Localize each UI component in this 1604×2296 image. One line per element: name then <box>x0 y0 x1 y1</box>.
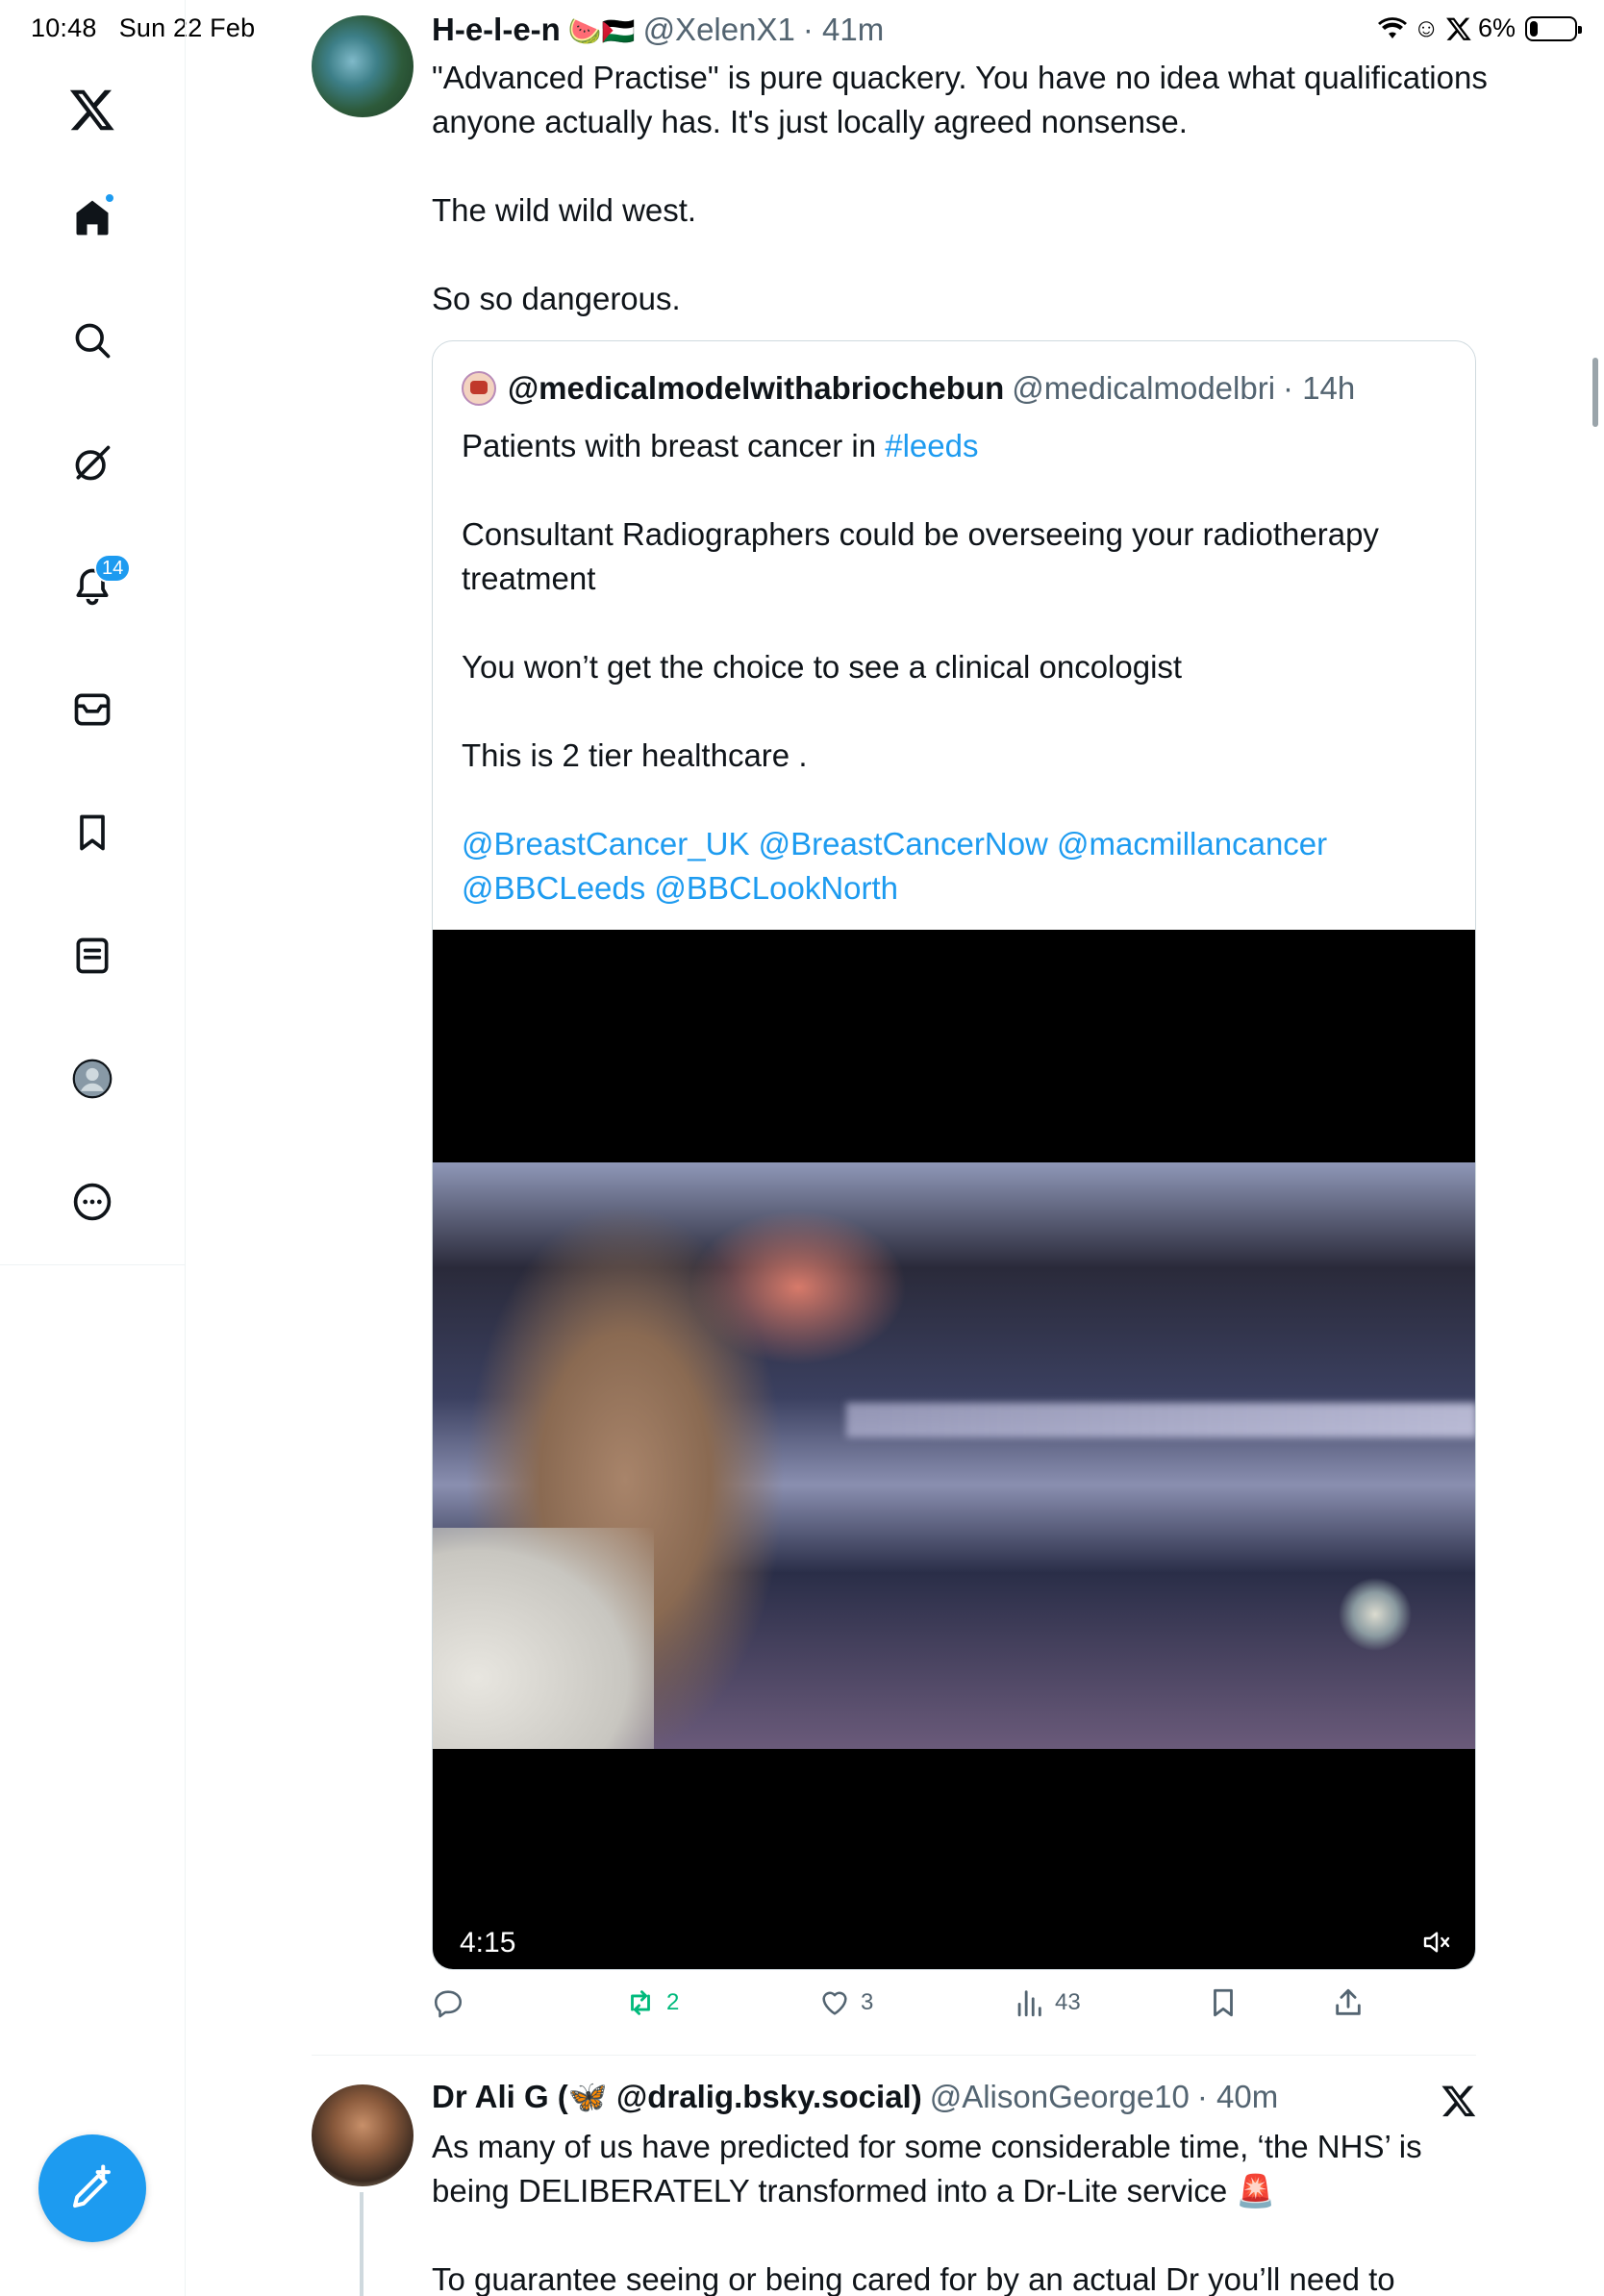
author-handle[interactable]: @XelenX1 <box>643 12 795 48</box>
tweet-line: As many of us have predicted for some co… <box>432 2129 1422 2164</box>
video-player[interactable]: 4:15 <box>433 930 1475 1969</box>
author-emojis: 🍉🇵🇸 <box>567 16 636 46</box>
mute-icon[interactable] <box>1421 1927 1452 1958</box>
wifi-icon <box>1378 16 1408 38</box>
views-button[interactable]: 43 <box>1013 1986 1081 2019</box>
thread-line <box>360 2192 363 2296</box>
repost-count: 2 <box>666 1989 680 2015</box>
hashtag-link[interactable]: #leeds <box>885 428 978 463</box>
profile-icon[interactable] <box>60 1046 125 1111</box>
tweet-paragraph: So so dangerous. <box>432 281 681 316</box>
lists-icon[interactable] <box>60 923 125 988</box>
quoted-avatar <box>462 371 496 406</box>
x-status-icon <box>1446 17 1471 40</box>
messages-icon[interactable] <box>60 677 125 742</box>
quoted-paragraph: Consultant Radiographers could be overse… <box>462 516 1379 596</box>
bookmarks-icon[interactable] <box>60 800 125 865</box>
status-bar-right: ☺ 6% <box>1378 13 1582 43</box>
quoted-author-name[interactable]: @medicalmodelwithabriochebun <box>508 370 1004 407</box>
sidebar-divider <box>0 1264 186 1265</box>
quoted-tweet-text: Patients with breast cancer in #leeds Co… <box>462 424 1452 911</box>
tweet-separator <box>312 2055 1476 2056</box>
battery-icon <box>1525 15 1582 41</box>
search-icon[interactable] <box>60 308 125 373</box>
x-logo-icon[interactable] <box>1441 2083 1477 2119</box>
tweet-paragraph: The wild wild west. <box>432 192 697 228</box>
quoted-tweet-time: · 14h <box>1283 370 1356 406</box>
like-count: 3 <box>861 1989 874 2015</box>
views-count: 43 <box>1055 1989 1081 2015</box>
scroll-indicator[interactable] <box>1592 358 1598 427</box>
focus-icon: ☺ <box>1413 13 1440 42</box>
tweet-header: H-e-l-e-n 🍉🇵🇸 @XelenX1 · 41m <box>432 12 884 48</box>
bookmark-icon <box>1214 1988 1233 2017</box>
sidebar-nav: 14 <box>0 0 186 2296</box>
tweet-paragraph: "Advanced Practise" is pure quackery. Yo… <box>432 60 1488 139</box>
home-unread-dot <box>104 192 115 204</box>
more-icon[interactable] <box>60 1169 125 1235</box>
bookmark-button[interactable] <box>1207 1986 1240 2019</box>
reply-icon <box>434 1990 463 2018</box>
mentions-link-line[interactable]: @BBCLeeds @BBCLookNorth <box>462 870 898 906</box>
battery-percent: 6% <box>1477 13 1516 42</box>
compose-button[interactable] <box>38 2134 146 2242</box>
tweet-actions: 2 3 43 <box>432 1986 1393 2033</box>
notifications-badge: 14 <box>94 554 132 583</box>
tweet-text: As many of us have predicted for some co… <box>432 2125 1490 2296</box>
quoted-paragraph: Patients with breast cancer in #leeds <box>462 424 1452 468</box>
share-icon <box>1336 1988 1361 2015</box>
tweet-time[interactable]: · 40m <box>1197 2079 1278 2115</box>
tweet-line: being DELIBERATELY transformed into a Dr… <box>432 2173 1276 2209</box>
tweet-header: Dr Ali G (🦋 @dralig.bsky.social) @Alison… <box>432 2079 1278 2116</box>
quoted-paragraph: You won’t get the choice to see a clinic… <box>462 649 1183 685</box>
tweet-line: To guarantee seeing or being cared for b… <box>432 2261 1395 2296</box>
author-handle[interactable]: @AlisonGeorge10 <box>930 2079 1190 2115</box>
video-frame <box>433 1162 1475 1749</box>
notifications-icon[interactable]: 14 <box>60 554 132 619</box>
repost-button[interactable]: 2 <box>624 1986 679 2019</box>
x-logo-icon[interactable] <box>60 77 125 142</box>
video-screen-highlight <box>846 1403 1475 1437</box>
like-button[interactable]: 3 <box>818 1986 873 2019</box>
repost-icon <box>631 1990 650 2015</box>
share-button[interactable] <box>1332 1986 1365 2019</box>
quoted-tweet-header: @medicalmodelwithabriochebun @medicalmod… <box>462 370 1355 407</box>
tweet-time[interactable]: · 41m <box>803 12 884 48</box>
reply-button[interactable] <box>432 1986 474 2019</box>
views-icon <box>1017 1990 1041 2017</box>
video-shoulder <box>433 1528 654 1749</box>
quoted-paragraph: This is 2 tier healthcare . <box>462 737 808 773</box>
video-duration: 4:15 <box>460 1927 516 1959</box>
quoted-tweet-card[interactable]: @medicalmodelwithabriochebun @medicalmod… <box>432 340 1476 1970</box>
mentions-paragraph: @BreastCancer_UK @BreastCancerNow @macmi… <box>462 822 1452 911</box>
home-icon[interactable] <box>60 185 125 250</box>
avatar[interactable] <box>312 15 414 117</box>
quoted-text-span: Patients with breast cancer in <box>462 428 886 463</box>
avatar[interactable] <box>312 2084 414 2186</box>
heart-icon <box>822 1991 847 2015</box>
tweet-text: "Advanced Practise" is pure quackery. Yo… <box>432 56 1490 321</box>
author-name[interactable]: Dr Ali G (🦋 @dralig.bsky.social) <box>432 2079 922 2116</box>
author-name[interactable]: H-e-l-e-n <box>432 12 561 48</box>
quoted-author-handle[interactable]: @medicalmodelbri <box>1012 370 1275 407</box>
mentions-link-line[interactable]: @BreastCancer_UK @BreastCancerNow @macmi… <box>462 826 1327 861</box>
compose-icon <box>72 2164 111 2209</box>
grok-icon[interactable] <box>60 431 125 496</box>
